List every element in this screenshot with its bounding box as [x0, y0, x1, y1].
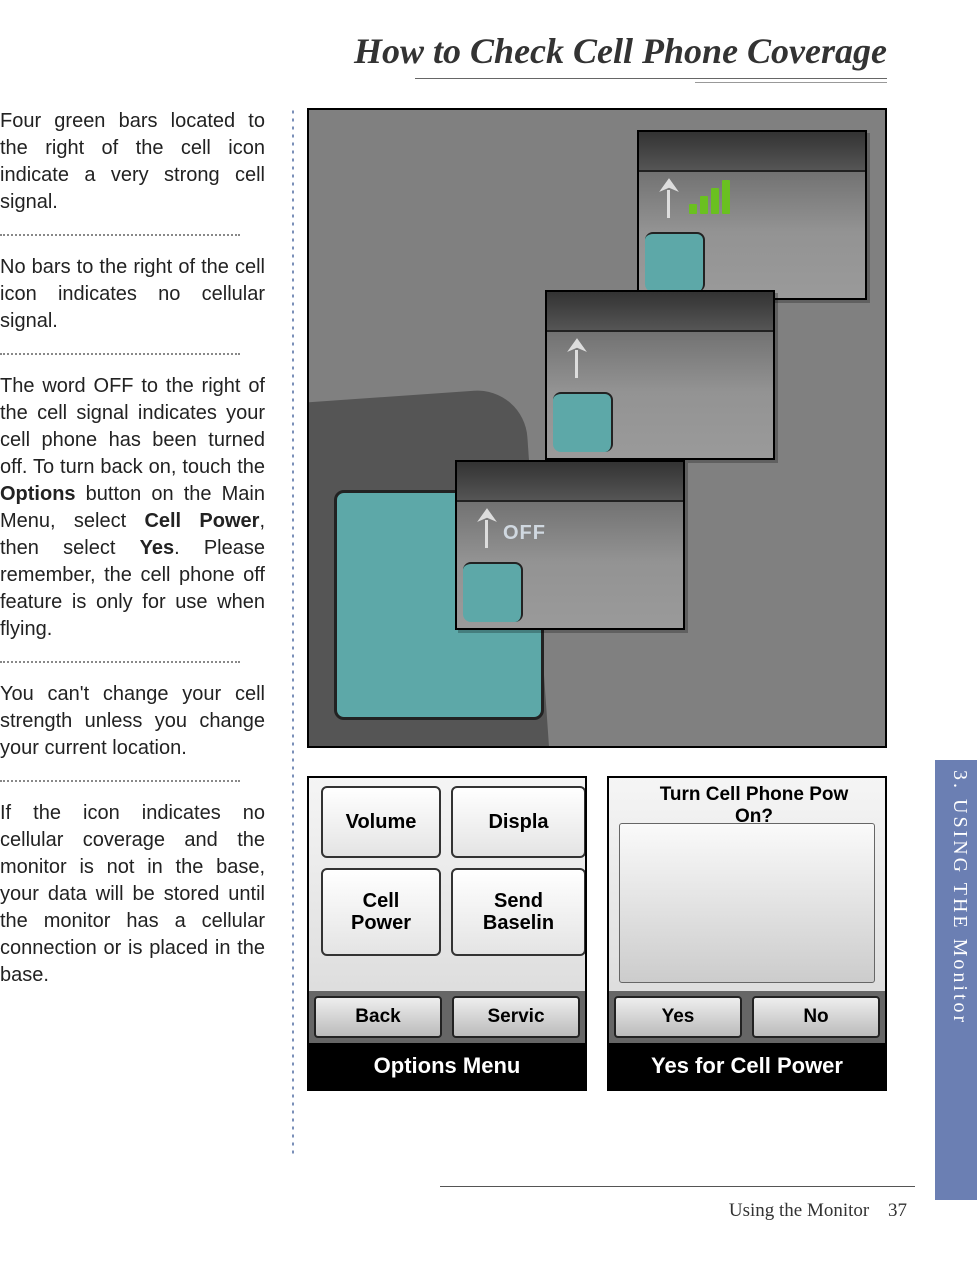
- footer-rule: [440, 1186, 915, 1187]
- prompt-body-wrap: Turn Cell Phone Pow On? Yes No: [609, 778, 885, 1043]
- options-menu-body: Volume Displa Cell Power Send Baselin Ba…: [309, 778, 585, 1043]
- separator: [0, 353, 240, 355]
- inset-screen-corner: [463, 562, 523, 622]
- footer: Using the Monitor 37: [729, 1200, 907, 1222]
- title-underline: [415, 78, 887, 79]
- side-tab-label: 3. USING THE Monitor: [941, 770, 971, 1190]
- prompt-blank-area: [619, 823, 875, 983]
- prompt-title: Turn Cell Phone Pow On?: [609, 784, 885, 828]
- cell-power-button[interactable]: Cell Power: [321, 868, 441, 956]
- options-bottom-bar: Back Servic: [309, 991, 585, 1043]
- volume-button[interactable]: Volume: [321, 786, 441, 858]
- content-row: Four green bars located to the right of …: [0, 108, 977, 1091]
- no-button[interactable]: No: [752, 996, 880, 1038]
- separator: [0, 234, 240, 236]
- p3-yes-bold: Yes: [140, 537, 174, 559]
- separator: [0, 780, 240, 782]
- paragraph-location: You can't change your cell strength unle…: [0, 681, 265, 762]
- antenna-icon: [565, 338, 589, 378]
- right-column: OFF Volume Displa Cell Power Send Baseli…: [277, 108, 977, 1091]
- yes-button[interactable]: Yes: [614, 996, 742, 1038]
- menu-screenshots-row: Volume Displa Cell Power Send Baselin Ba…: [307, 776, 887, 1091]
- antenna-icon: [475, 508, 499, 548]
- inset-topbar: [547, 292, 773, 332]
- antenna-icon: [657, 178, 681, 218]
- options-caption: Options Menu: [309, 1043, 585, 1089]
- inset-topbar: [639, 132, 865, 172]
- title-text: How to Check Cell Phone Coverage: [354, 31, 887, 71]
- footer-section: Using the Monitor: [729, 1200, 869, 1221]
- p3-options-bold: Options: [0, 483, 76, 505]
- inset-topbar: [457, 462, 683, 502]
- p3-part: The word OFF to the right of the cell si…: [0, 375, 265, 478]
- paragraph-off: The word OFF to the right of the cell si…: [0, 373, 265, 643]
- options-menu-figure: Volume Displa Cell Power Send Baselin Ba…: [307, 776, 587, 1091]
- inset-no-signal: [545, 290, 775, 460]
- title-underline-2: [695, 82, 887, 83]
- inset-screen-corner: [645, 232, 705, 292]
- off-label: OFF: [503, 522, 546, 545]
- paragraph-strong-signal: Four green bars located to the right of …: [0, 108, 265, 216]
- inset-screen-corner: [553, 392, 613, 452]
- signal-composite-figure: OFF: [307, 108, 887, 748]
- back-button[interactable]: Back: [314, 996, 442, 1038]
- paragraph-no-signal: No bars to the right of the cell icon in…: [0, 254, 265, 335]
- inset-strong-signal: [637, 130, 867, 300]
- prompt-bottom-bar: Yes No: [609, 991, 885, 1043]
- send-baseline-button[interactable]: Send Baselin: [451, 868, 585, 956]
- service-button[interactable]: Servic: [452, 996, 580, 1038]
- display-button[interactable]: Displa: [451, 786, 585, 858]
- signal-bars-icon: [689, 180, 730, 214]
- p3-cellpower-bold: Cell Power: [144, 510, 259, 532]
- page-title: How to Check Cell Phone Coverage: [0, 0, 977, 78]
- separator: [0, 661, 240, 663]
- footer-page-number: 37: [888, 1200, 907, 1221]
- left-column: Four green bars located to the right of …: [0, 108, 277, 1091]
- inset-off: OFF: [455, 460, 685, 630]
- paragraph-stored: If the icon indicates no cellular covera…: [0, 800, 265, 989]
- prompt-caption: Yes for Cell Power: [609, 1043, 885, 1089]
- cell-power-prompt-figure: Turn Cell Phone Pow On? Yes No Yes for C…: [607, 776, 887, 1091]
